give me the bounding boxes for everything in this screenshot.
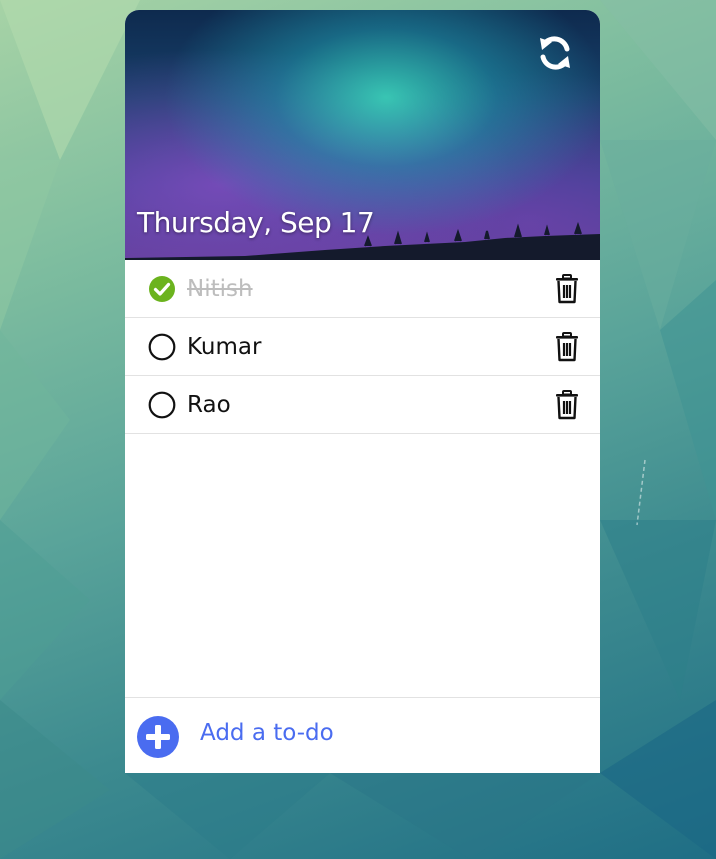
todo-item: Rao (125, 376, 600, 434)
todo-label: Kumar (187, 333, 262, 360)
plus-circle-icon[interactable] (137, 716, 179, 758)
todo-card: Thursday, Sep 17 Nitish Kumar Rao Add a … (125, 10, 600, 773)
header-banner: Thursday, Sep 17 (125, 10, 600, 260)
header-date: Thursday, Sep 17 (137, 206, 375, 239)
circle-icon[interactable] (148, 333, 176, 361)
trash-icon[interactable] (554, 389, 580, 420)
circle-icon[interactable] (148, 391, 176, 419)
todo-list: Nitish Kumar Rao (125, 260, 600, 434)
trash-icon[interactable] (554, 331, 580, 362)
add-todo-input[interactable]: Add a to-do (200, 720, 334, 746)
todo-label: Nitish (187, 275, 253, 302)
trash-icon[interactable] (554, 273, 580, 304)
refresh-icon[interactable] (536, 34, 574, 72)
todo-item: Nitish (125, 260, 600, 318)
check-circle-icon[interactable] (148, 275, 176, 303)
todo-item: Kumar (125, 318, 600, 376)
todo-label: Rao (187, 391, 231, 418)
add-todo-bar: Add a to-do (125, 697, 600, 773)
